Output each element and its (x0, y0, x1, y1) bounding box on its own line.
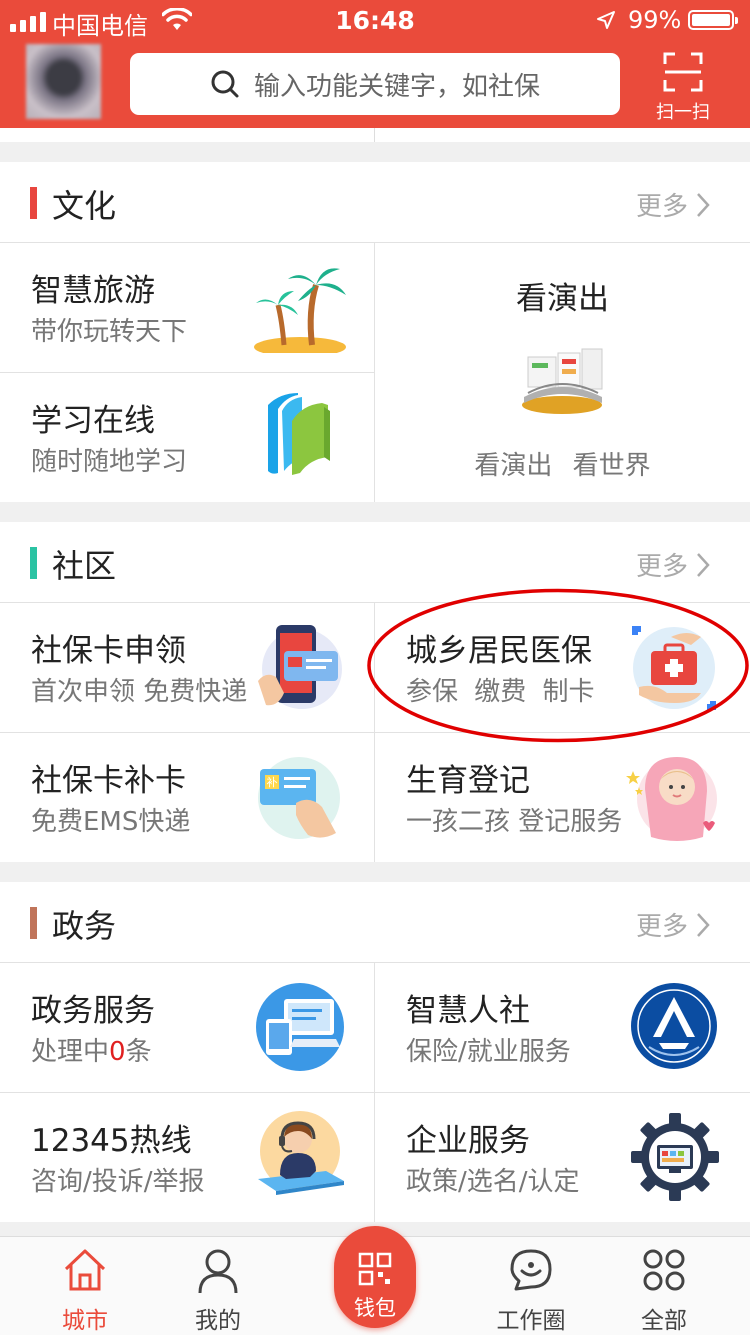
qr-wallet-icon (358, 1252, 392, 1286)
service-tile-shows[interactable]: 看演出 看演出 看世界 (375, 243, 750, 502)
phone-card-icon (258, 625, 342, 709)
section-title: 社区 (52, 547, 117, 585)
battery-icon (688, 10, 738, 30)
tab-wallet[interactable]: 钱包 (334, 1226, 416, 1328)
chevron-right-icon (697, 912, 710, 937)
section-header: 政务 更多 (0, 882, 750, 963)
battery-percent: 99% (628, 6, 682, 34)
more-label: 更多 (635, 912, 688, 942)
government-section: 政务 更多 政务服务 处理中0条 智慧人社 保险/就业服务 12345热线 咨询… (0, 882, 750, 1222)
more-link[interactable]: 更多 (636, 186, 710, 223)
section-title: 政务 (52, 907, 117, 945)
section-title: 文化 (52, 187, 117, 225)
service-tile-birth-registration[interactable]: 生育登记 一孩二孩 登记服务 (375, 733, 750, 862)
tile-subtitle: 随时随地学习 (31, 447, 188, 477)
tab-label: 我的 (195, 1308, 241, 1334)
search-input[interactable]: 输入功能关键字，如社保 (130, 53, 620, 115)
card-hand-icon: 补 (258, 757, 340, 839)
tab-all[interactable]: 全部 (589, 1237, 739, 1335)
status-bar: 中国电信 16:48 99% (0, 0, 750, 42)
chevron-right-icon (697, 192, 710, 217)
tile-subtitle: 咨询/投诉/举报 (31, 1167, 205, 1197)
service-tile-12345-hotline[interactable]: 12345热线 咨询/投诉/举报 (0, 1093, 374, 1222)
user-icon (198, 1249, 238, 1294)
service-tile-smart-travel[interactable]: 智慧旅游 带你玩转天下 (0, 243, 374, 372)
location-arrow-icon (597, 11, 615, 29)
tile-subtitle: 带你玩转天下 (31, 317, 188, 347)
service-tile-smart-hrss[interactable]: 智慧人社 保险/就业服务 (375, 963, 750, 1092)
chevron-right-icon (697, 552, 710, 577)
subtitle-prefix: 处理中 (31, 1037, 110, 1067)
search-placeholder: 输入功能关键字，如社保 (253, 71, 540, 102)
search-icon (211, 70, 239, 98)
scan-button[interactable]: 扫一扫 (650, 48, 716, 123)
service-tile-ss-card-apply[interactable]: 社保卡申领 首次申领 免费快递 (0, 603, 374, 732)
books-icon (268, 393, 330, 475)
section-accent-bar (30, 907, 37, 939)
tile-title: 看演出 (516, 281, 609, 317)
hrss-logo-icon (631, 983, 717, 1069)
more-label: 更多 (635, 192, 688, 222)
avatar[interactable] (26, 44, 101, 119)
more-link[interactable]: 更多 (636, 906, 710, 943)
service-tile-government-services[interactable]: 政务服务 处理中0条 (0, 963, 374, 1092)
tile-subtitle: 免费EMS快递 (31, 807, 191, 837)
service-tile-enterprise-services[interactable]: 企业服务 政策/选名/认定 (375, 1093, 750, 1222)
divider (0, 372, 374, 373)
tab-work-circle[interactable]: 工作圈 (456, 1237, 606, 1335)
tile-title: 学习在线 (31, 403, 155, 439)
scan-label: 扫一扫 (656, 102, 710, 123)
previous-section-remnant (0, 128, 750, 142)
tab-city[interactable]: 城市 (10, 1237, 160, 1335)
tile-subtitle: 保险/就业服务 (406, 1037, 571, 1067)
tile-title: 智慧旅游 (31, 273, 155, 309)
tile-subtitle: 首次申领 免费快递 (31, 677, 248, 707)
service-tile-online-learning[interactable]: 学习在线 随时随地学习 (0, 373, 374, 502)
tab-label: 全部 (641, 1308, 687, 1334)
tile-title: 智慧人社 (406, 993, 530, 1029)
tab-label: 城市 (62, 1308, 108, 1334)
tile-subtitle: 一孩二孩 登记服务 (406, 807, 623, 837)
tile-title: 生育登记 (406, 763, 530, 799)
pending-count: 0 (109, 1037, 126, 1067)
tab-label: 钱包 (354, 1296, 396, 1320)
chat-bubble-icon (510, 1249, 552, 1291)
app-header: 输入功能关键字，如社保 扫一扫 (0, 42, 750, 128)
tile-title: 政务服务 (31, 993, 155, 1029)
tile-title: 社保卡申领 (31, 633, 186, 669)
devices-icon (256, 983, 344, 1071)
more-label: 更多 (635, 552, 688, 582)
section-accent-bar (30, 547, 37, 579)
tile-subtitle: 看演出 看世界 (474, 451, 651, 481)
tile-subtitle: 处理中0条 (31, 1031, 152, 1068)
highlight-ellipse (367, 588, 749, 743)
grid-icon (643, 1249, 685, 1291)
hotline-agent-icon (258, 1111, 344, 1195)
home-icon (64, 1249, 106, 1291)
tile-title: 社保卡补卡 (31, 763, 186, 799)
scan-icon (663, 52, 703, 92)
service-tile-ss-card-replace[interactable]: 社保卡补卡 免费EMS快递 补 (0, 733, 374, 862)
divider (374, 243, 375, 502)
divider (0, 1092, 750, 1093)
culture-section: 文化 更多 智慧旅游 带你玩转天下 学习在线 随时随地学习 看演出 看演出 看世… (0, 162, 750, 502)
palm-beach-icon (254, 268, 346, 353)
more-link[interactable]: 更多 (636, 546, 710, 583)
svg-text:补: 补 (267, 776, 278, 789)
tile-subtitle: 政策/选名/认定 (406, 1167, 580, 1197)
tile-title: 12345热线 (31, 1123, 192, 1159)
tab-label: 工作圈 (496, 1308, 566, 1334)
tile-title: 企业服务 (406, 1123, 530, 1159)
gear-screen-icon (631, 1113, 719, 1201)
subtitle-suffix: 条 (125, 1037, 152, 1067)
section-accent-bar (30, 187, 37, 219)
theater-stage-icon (522, 348, 603, 414)
baby-icon (626, 757, 717, 841)
tab-mine[interactable]: 我的 (143, 1237, 293, 1335)
section-header: 文化 更多 (0, 162, 750, 243)
